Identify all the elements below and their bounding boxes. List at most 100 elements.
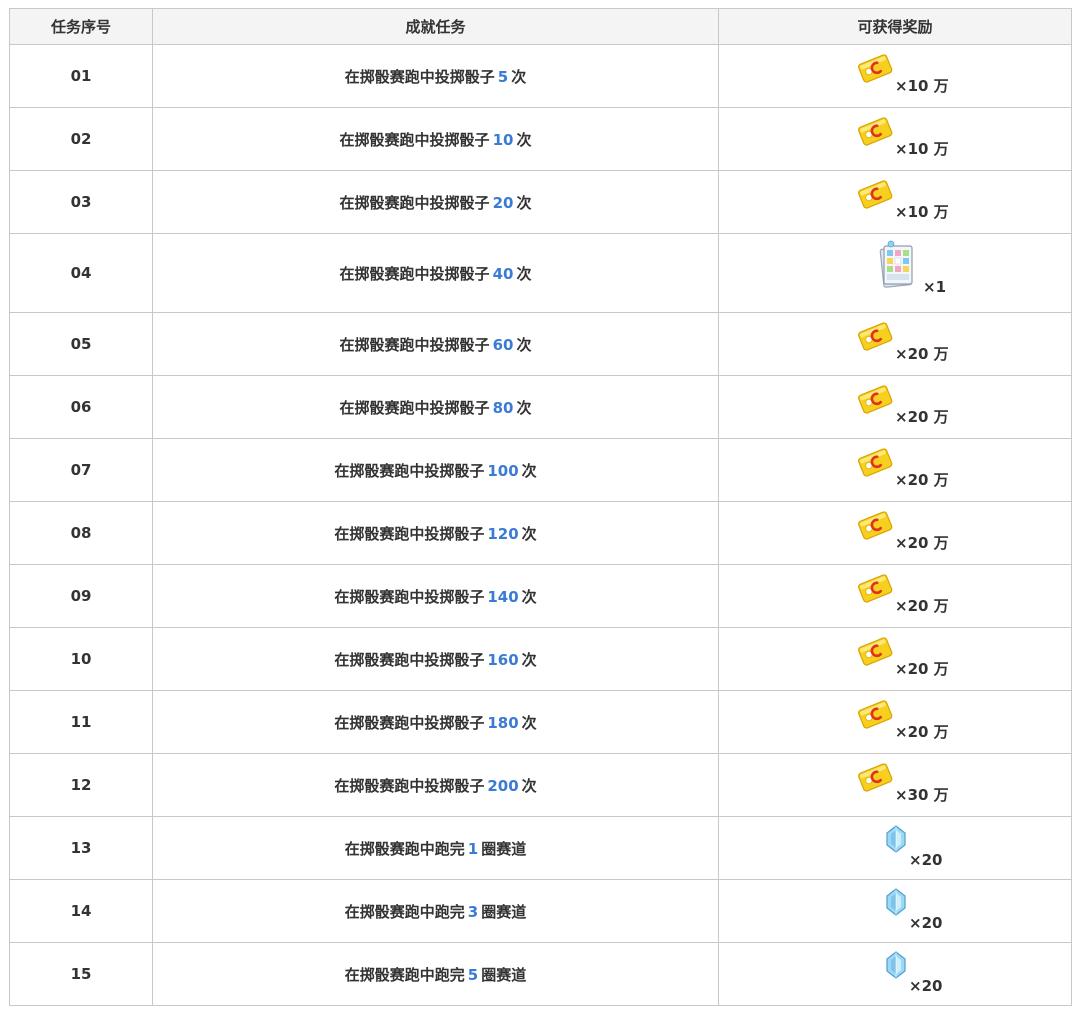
task-text-prefix: 在掷骰赛跑中投掷骰子 <box>334 587 485 606</box>
reward-cell: ×10 万 <box>718 107 1072 171</box>
reward-cell: ×20 万 <box>718 627 1072 691</box>
task-number: 05 <box>9 312 153 376</box>
task-text-suffix: 次 <box>521 713 537 732</box>
task-count-highlight: 3 <box>467 902 479 921</box>
crystal-icon <box>885 888 907 920</box>
coin-card-icon <box>857 384 893 418</box>
reward-quantity: ×20 万 <box>895 345 949 363</box>
task-text-suffix: 次 <box>516 130 532 149</box>
task-description: 在掷骰赛跑中投掷骰子 5 次 <box>152 44 719 108</box>
table-row: 07 在掷骰赛跑中投掷骰子 100 次 ×20 万 <box>9 438 1072 502</box>
reward-cell: ×10 万 <box>718 44 1072 108</box>
reward-quantity: ×1 <box>923 278 947 296</box>
reward-cell: ×20 <box>718 879 1072 943</box>
table-row: 11 在掷骰赛跑中投掷骰子 180 次 ×20 万 <box>9 690 1072 754</box>
coin-card-icon <box>857 762 893 796</box>
reward-cell: ×20 万 <box>718 501 1072 565</box>
header-task-number: 任务序号 <box>9 8 153 45</box>
task-number: 08 <box>9 501 153 565</box>
task-text-suffix: 次 <box>521 587 537 606</box>
task-count-highlight: 40 <box>492 264 514 283</box>
reward-cell: ×10 万 <box>718 170 1072 234</box>
coin-card-icon <box>857 636 893 670</box>
table-row: 12 在掷骰赛跑中投掷骰子 200 次 ×30 万 <box>9 753 1072 817</box>
coin-card-icon <box>857 447 893 481</box>
task-number: 02 <box>9 107 153 171</box>
reward-item: ×30 万 <box>815 758 975 808</box>
task-number: 01 <box>9 44 153 108</box>
reward-quantity: ×20 <box>909 914 943 932</box>
coin-card-icon <box>857 510 893 544</box>
task-description: 在掷骰赛跑中投掷骰子 10 次 <box>152 107 719 171</box>
game-board-icon <box>877 240 917 296</box>
reward-cell: ×20 万 <box>718 564 1072 628</box>
task-count-highlight: 200 <box>487 776 519 795</box>
task-count-highlight: 140 <box>487 587 519 606</box>
task-description: 在掷骰赛跑中跑完 3 圈赛道 <box>152 879 719 943</box>
reward-cell: ×20 万 <box>718 375 1072 439</box>
reward-cell: ×20 万 <box>718 312 1072 376</box>
table-row: 01 在掷骰赛跑中投掷骰子 5 次 ×10 万 <box>9 44 1072 108</box>
coin-card-icon <box>857 699 893 733</box>
table-header: 任务序号 成就任务 可获得奖励 <box>9 8 1072 45</box>
reward-item: ×10 万 <box>815 112 975 162</box>
reward-quantity: ×20 万 <box>895 534 949 552</box>
task-text-prefix: 在掷骰赛跑中跑完 <box>344 902 465 921</box>
task-text-suffix: 圈赛道 <box>481 965 527 984</box>
reward-cell: ×20 万 <box>718 438 1072 502</box>
task-text-prefix: 在掷骰赛跑中投掷骰子 <box>334 650 485 669</box>
task-text-prefix: 在掷骰赛跑中跑完 <box>344 965 465 984</box>
task-description: 在掷骰赛跑中投掷骰子 200 次 <box>152 753 719 817</box>
task-number: 13 <box>9 816 153 880</box>
reward-item: ×20 <box>815 884 975 934</box>
reward-item: ×20 万 <box>815 632 975 682</box>
reward-cell: ×30 万 <box>718 753 1072 817</box>
task-description: 在掷骰赛跑中投掷骰子 180 次 <box>152 690 719 754</box>
task-count-highlight: 10 <box>492 130 514 149</box>
reward-quantity: ×20 万 <box>895 408 949 426</box>
task-text-prefix: 在掷骰赛跑中投掷骰子 <box>334 461 485 480</box>
reward-quantity: ×20 <box>909 977 943 995</box>
task-text-prefix: 在掷骰赛跑中投掷骰子 <box>339 264 490 283</box>
task-count-highlight: 160 <box>487 650 519 669</box>
coin-card-icon <box>857 179 893 213</box>
task-number: 14 <box>9 879 153 943</box>
task-text-prefix: 在掷骰赛跑中投掷骰子 <box>339 335 490 354</box>
reward-quantity: ×20 万 <box>895 660 949 678</box>
task-text-suffix: 次 <box>521 776 537 795</box>
reward-item: ×10 万 <box>815 175 975 225</box>
reward-item: ×20 万 <box>815 317 975 367</box>
task-description: 在掷骰赛跑中投掷骰子 140 次 <box>152 564 719 628</box>
table-row: 04 在掷骰赛跑中投掷骰子 40 次 ×1 <box>9 233 1072 313</box>
table-row: 08 在掷骰赛跑中投掷骰子 120 次 ×20 万 <box>9 501 1072 565</box>
task-description: 在掷骰赛跑中跑完 5 圈赛道 <box>152 942 719 1006</box>
reward-quantity: ×20 万 <box>895 723 949 741</box>
task-text-suffix: 次 <box>516 398 532 417</box>
task-number: 04 <box>9 233 153 313</box>
coin-card-icon <box>857 321 893 355</box>
task-number: 03 <box>9 170 153 234</box>
reward-cell: ×20 <box>718 816 1072 880</box>
reward-quantity: ×20 <box>909 851 943 869</box>
reward-cell: ×1 <box>718 233 1072 313</box>
task-text-prefix: 在掷骰赛跑中投掷骰子 <box>334 713 485 732</box>
task-number: 10 <box>9 627 153 691</box>
task-count-highlight: 5 <box>467 965 479 984</box>
reward-item: ×20 万 <box>815 443 975 493</box>
task-count-highlight: 1 <box>467 839 479 858</box>
task-description: 在掷骰赛跑中投掷骰子 40 次 <box>152 233 719 313</box>
task-text-prefix: 在掷骰赛跑中跑完 <box>344 839 465 858</box>
table-row: 15 在掷骰赛跑中跑完 5 圈赛道 ×20 <box>9 942 1072 1006</box>
task-description: 在掷骰赛跑中投掷骰子 160 次 <box>152 627 719 691</box>
header-reward: 可获得奖励 <box>718 8 1072 45</box>
reward-quantity: ×10 万 <box>895 140 949 158</box>
table-row: 13 在掷骰赛跑中跑完 1 圈赛道 ×20 <box>9 816 1072 880</box>
reward-cell: ×20 万 <box>718 690 1072 754</box>
coin-card-icon <box>857 573 893 607</box>
task-number: 07 <box>9 438 153 502</box>
reward-item: ×20 万 <box>815 380 975 430</box>
task-text-prefix: 在掷骰赛跑中投掷骰子 <box>344 67 495 86</box>
reward-item: ×1 <box>815 238 975 304</box>
header-row: 任务序号 成就任务 可获得奖励 <box>9 8 1072 45</box>
reward-quantity: ×10 万 <box>895 203 949 221</box>
